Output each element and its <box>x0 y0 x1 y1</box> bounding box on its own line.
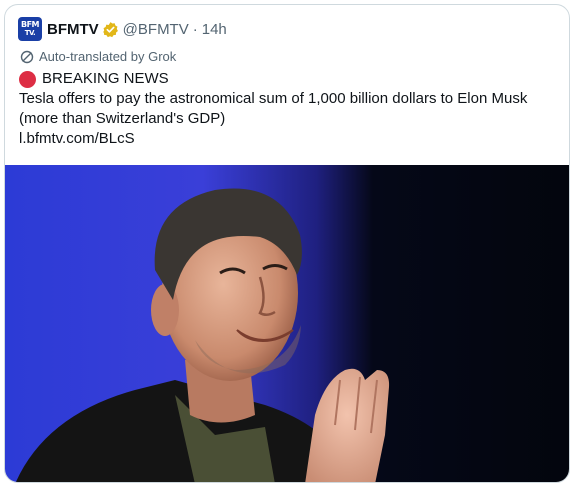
display-name[interactable]: BFMTV <box>47 21 99 38</box>
translation-note[interactable]: Auto-translated by Grok <box>20 49 176 64</box>
verified-badge-icon <box>102 21 119 38</box>
handle[interactable]: @BFMTV <box>123 21 189 38</box>
separator-dot: · <box>192 20 198 38</box>
tweet-text: BREAKING NEWS Tesla offers to pay the as… <box>19 69 559 149</box>
tweet-header: BFM TV. BFMTV @BFMTV · 14h <box>18 17 227 41</box>
translation-note-label: Auto-translated by Grok <box>39 49 177 64</box>
avatar-text-top: BFM <box>20 20 40 29</box>
timestamp[interactable]: 14h <box>202 21 227 38</box>
avatar-text-bottom: TV. <box>24 29 36 37</box>
avatar[interactable]: BFM TV. <box>18 17 42 41</box>
breaking-label: BREAKING NEWS <box>42 70 169 87</box>
tweet-text-line-1: Tesla offers to pay the astronomical sum… <box>19 90 528 107</box>
translate-icon <box>20 50 34 64</box>
tweet-link[interactable]: l.bfmtv.com/BLcS <box>19 129 559 149</box>
tweet-card[interactable]: BFM TV. BFMTV @BFMTV · 14h Auto-translat… <box>4 4 570 483</box>
tweet-photo[interactable] <box>5 165 569 482</box>
red-circle-icon <box>19 70 36 88</box>
tweet-text-line-2: (more than Switzerland's GDP) <box>19 110 226 127</box>
breaking-news-line: BREAKING NEWS <box>19 69 559 89</box>
